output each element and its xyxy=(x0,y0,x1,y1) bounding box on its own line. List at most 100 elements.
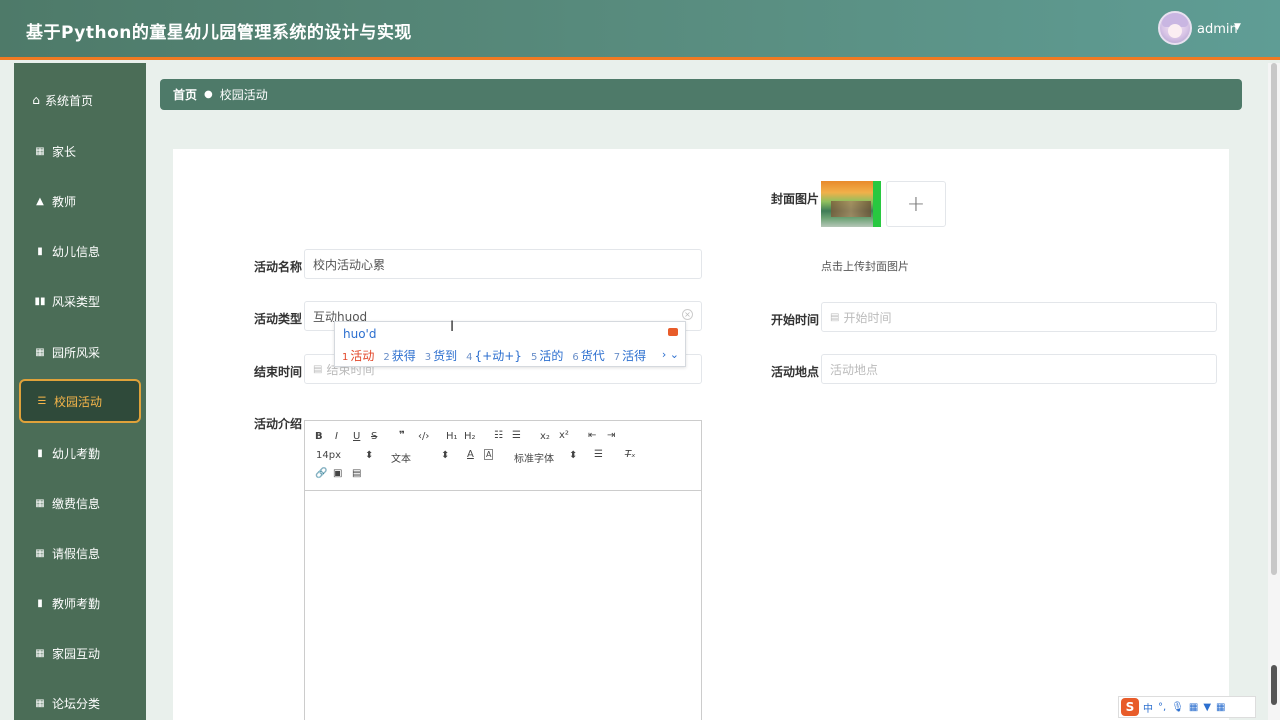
select-caret-icon: ⬍ xyxy=(441,450,450,461)
ime-logo-icon xyxy=(668,328,678,336)
ime-candidate[interactable]: 4 {+动+} xyxy=(466,347,522,364)
skin-icon[interactable]: ▼ xyxy=(1203,702,1211,713)
intro-label: 活动介绍 xyxy=(254,417,303,431)
sidebar-item-label: 幼儿考勤 xyxy=(52,446,101,461)
cover-thumbnail[interactable] xyxy=(821,181,881,227)
keyboard-icon[interactable]: ▦ xyxy=(1189,702,1198,713)
underline-icon[interactable]: U xyxy=(353,431,360,442)
book-icon: ▮ xyxy=(37,447,43,459)
home-icon: ⌂ xyxy=(32,93,40,107)
sidebar-item-label: 幼儿信息 xyxy=(52,244,101,259)
toolbox-icon[interactable]: ▦ xyxy=(1216,702,1225,713)
ime-status-bar[interactable]: S 中 °, 🎙 ▦ ▼ ▦ xyxy=(1118,696,1256,718)
sidebar-item-label: 论坛分类 xyxy=(52,696,101,711)
username[interactable]: admin xyxy=(1197,22,1238,37)
ime-candidate[interactable]: 6 货代 xyxy=(572,347,604,364)
sidebar-item-campus-style[interactable]: ▦ 园所风采 xyxy=(19,330,141,374)
sidebar-item-forum-categories[interactable]: ▦ 论坛分类 xyxy=(19,681,141,720)
ordered-list-icon[interactable]: ☷ xyxy=(494,430,503,441)
list-icon: ☰ xyxy=(37,395,47,407)
h2-icon[interactable]: H₂ xyxy=(464,431,476,442)
sidebar-item-label: 缴费信息 xyxy=(52,496,101,511)
sidebar-item-label: 校园活动 xyxy=(54,394,103,409)
calendar-icon: ▤ xyxy=(313,363,323,375)
sidebar-item-parents[interactable]: ▦ 家长 xyxy=(19,129,141,173)
text-cursor-icon: I xyxy=(450,319,455,335)
type-label: 活动类型 xyxy=(254,312,303,326)
ime-candidate[interactable]: 5 活的 xyxy=(531,347,563,364)
sidebar-item-payments[interactable]: ▦ 缴费信息 xyxy=(19,481,141,525)
sidebar-item-label: 教师考勤 xyxy=(52,596,101,611)
image-icon[interactable]: ▣ xyxy=(333,468,342,479)
font-size-select[interactable]: 14px ⬍ xyxy=(316,450,373,461)
breadcrumb-separator: ● xyxy=(204,89,213,100)
ime-candidate[interactable]: 1 活动 xyxy=(342,347,374,364)
ime-candidate[interactable]: 2 获得 xyxy=(383,347,415,364)
superscript-icon[interactable]: x² xyxy=(559,430,569,441)
align-icon[interactable]: ☰ xyxy=(594,449,603,460)
outdent-icon[interactable]: ⇤ xyxy=(588,430,596,441)
thumb-icon: ▲ xyxy=(36,195,44,207)
italic-icon[interactable]: I xyxy=(335,431,338,442)
sidebar-item-label: 教师 xyxy=(52,194,77,209)
sidebar-item-label: 家长 xyxy=(52,144,77,159)
select-caret-icon: ⬍ xyxy=(569,450,578,461)
sidebar-item-interaction[interactable]: ▦ 家园互动 xyxy=(19,631,141,675)
sidebar-item-leave[interactable]: ▦ 请假信息 xyxy=(19,531,141,575)
h1-icon[interactable]: H₁ xyxy=(446,431,458,442)
subscript-icon[interactable]: x₂ xyxy=(540,431,550,442)
ime-candidate[interactable]: 3 货到 xyxy=(425,347,457,364)
background-color-icon[interactable]: A xyxy=(484,449,494,460)
sidebar-item-child-attendance[interactable]: ▮ 幼儿考勤 xyxy=(19,431,141,475)
sidebar-item-style-types[interactable]: ▮▮ 风采类型 xyxy=(19,279,141,323)
caret-down-icon[interactable]: ▼ xyxy=(1234,22,1241,32)
bold-icon[interactable]: B xyxy=(315,431,323,442)
link-icon[interactable]: 🔗 xyxy=(315,468,327,479)
upload-button[interactable]: + xyxy=(886,181,946,227)
code-icon[interactable]: ‹/› xyxy=(418,431,429,442)
breadcrumb-home[interactable]: 首页 xyxy=(173,86,197,103)
sidebar: ⌂ 系统首页 ▦ 家长 ▲ 教师 ▮ 幼儿信息 ▮▮ 风采类型 ▦ 园所风采 ☰ 校园活动 ▮… xyxy=(14,63,146,720)
table-icon: ▦ xyxy=(35,346,45,358)
scrollbar-indicator xyxy=(1271,665,1277,705)
avatar[interactable] xyxy=(1158,11,1192,45)
ime-next-page-icon[interactable]: › ⌄ xyxy=(662,348,679,361)
mic-icon[interactable]: 🎙 xyxy=(1171,702,1184,713)
strike-icon[interactable]: S xyxy=(371,431,377,442)
cover-hint: 点击上传封面图片 xyxy=(821,260,909,273)
indent-icon[interactable]: ⇥ xyxy=(607,430,615,441)
ime-candidate[interactable]: 7 活得 xyxy=(614,347,646,364)
ime-lang[interactable]: 中 xyxy=(1143,700,1153,715)
clear-format-icon[interactable]: T̶ₓ xyxy=(625,449,636,460)
clear-icon[interactable]: × xyxy=(682,309,693,320)
sidebar-item-children[interactable]: ▮ 幼儿信息 xyxy=(19,229,141,273)
sidebar-item-campus-activities[interactable]: ☰ 校园活动 xyxy=(19,379,141,423)
font-family-select[interactable]: 标准字体 ⬍ xyxy=(514,450,577,465)
video-icon[interactable]: ▤ xyxy=(352,468,361,479)
quote-icon[interactable]: ❞ xyxy=(399,430,405,441)
sidebar-item-label: 请假信息 xyxy=(52,546,101,561)
start-placeholder: 开始时间 xyxy=(843,310,892,325)
name-input[interactable]: 校内活动心累 xyxy=(304,249,702,279)
bar-chart-icon: ▮▮ xyxy=(34,295,46,307)
location-label: 活动地点 xyxy=(771,365,820,379)
font-color-icon[interactable]: A xyxy=(467,449,474,460)
text-style-select[interactable]: 文本 ⬍ xyxy=(391,450,449,465)
grid-icon: ▦ xyxy=(35,697,45,709)
location-input[interactable]: 活动地点 xyxy=(821,354,1217,384)
sidebar-item-teacher-attendance[interactable]: ▮ 教师考勤 xyxy=(19,581,141,625)
grid-icon: ▦ xyxy=(35,547,45,559)
sidebar-item-teachers[interactable]: ▲ 教师 xyxy=(19,179,141,223)
start-label: 开始时间 xyxy=(771,313,820,327)
start-time-picker[interactable]: ▤ 开始时间 xyxy=(821,302,1217,332)
name-value: 校内活动心累 xyxy=(313,257,386,272)
bullet-list-icon[interactable]: ☰ xyxy=(512,430,521,441)
breadcrumb: 首页 ● 校园活动 xyxy=(160,79,1242,110)
sidebar-item-label: 家园互动 xyxy=(52,646,101,661)
scrollbar-thumb[interactable] xyxy=(1271,63,1277,575)
editor-toolbar: B I U S ❞ ‹/› H₁ H₂ ☷ ☰ x₂ x² ⇤ ⇥ 14px ⬍ … xyxy=(305,421,701,491)
rich-text-editor: B I U S ❞ ‹/› H₁ H₂ ☷ ☰ x₂ x² ⇤ ⇥ 14px ⬍ … xyxy=(304,420,702,720)
punctuation-icon[interactable]: °, xyxy=(1158,702,1166,713)
sidebar-item-home[interactable]: ⌂ 系统首页 xyxy=(19,78,141,122)
grid-icon: ▦ xyxy=(35,497,45,509)
